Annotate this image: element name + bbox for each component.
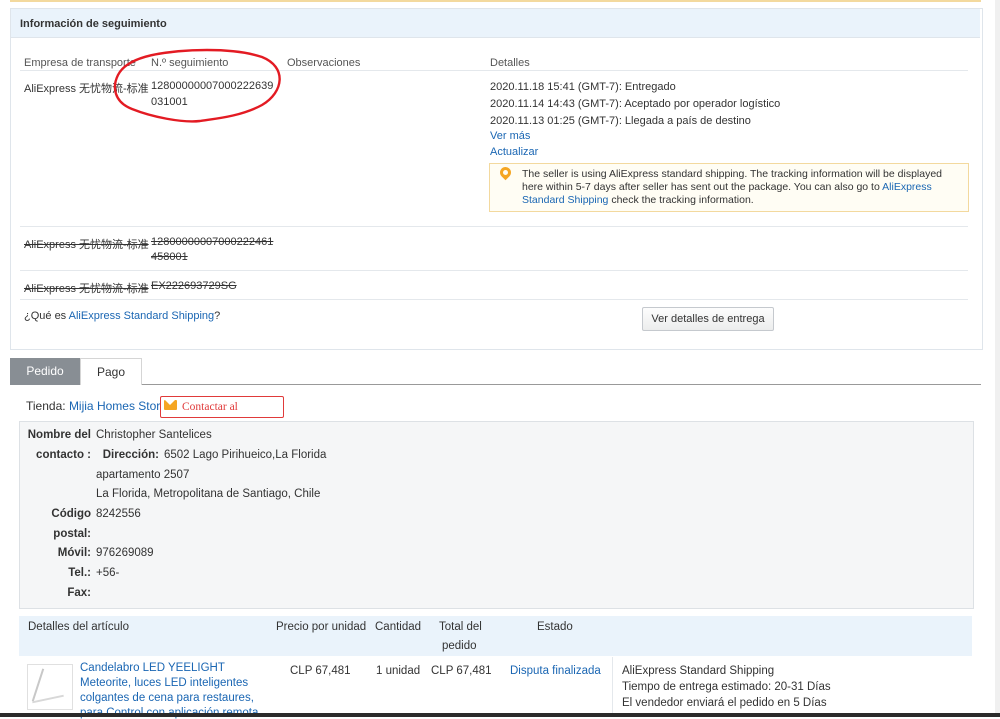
tip-text-part: The seller is using AliExpress standard … <box>522 168 943 193</box>
items-table-header <box>19 616 972 656</box>
col-total-cont: pedido <box>442 640 477 652</box>
product-title-cont[interactable]: colgantes de cena para restaures, <box>80 692 254 704</box>
refresh-link[interactable]: Actualizar <box>490 146 538 158</box>
zip-label-cont: postal: <box>53 528 91 540</box>
tracking-number: 12800000007000222461 <box>151 236 274 248</box>
divider <box>20 270 968 271</box>
tab-order[interactable]: Pedido <box>10 358 80 385</box>
address-line: La Florida, Metropolitana de Santiago, C… <box>96 488 321 500</box>
store-link[interactable]: Mijia Homes Store <box>69 399 167 413</box>
column-notes: Observaciones <box>287 57 361 69</box>
product-title[interactable]: Candelabro LED YEELIGHT <box>80 662 225 674</box>
question-text: ¿Qué es <box>24 310 69 322</box>
delivery-estimate: Tiempo de entrega estimado: 20-31 Días <box>622 681 831 693</box>
divider <box>612 657 613 713</box>
question-text: ? <box>214 310 221 322</box>
address-line: 6502 Lago Pirihueico,La Florida <box>164 449 327 461</box>
divider <box>20 299 968 300</box>
tip-text-part: check the tracking information. <box>608 194 754 206</box>
carrier-name: AliExpress 无忧物流-标准 <box>24 283 149 295</box>
tracking-event: 2020.11.14 14:43 (GMT-7): Aceptado por o… <box>490 98 781 110</box>
zip-code: 8242556 <box>96 508 141 520</box>
tracking-event: 2020.11.18 15:41 (GMT-7): Entregado <box>490 81 676 93</box>
delivery-details-button[interactable]: Ver detalles de entrega <box>642 307 774 331</box>
col-quantity: Cantidad <box>375 621 422 633</box>
tab-underline <box>10 384 981 385</box>
tel-label: Tel.: <box>68 567 91 579</box>
divider <box>20 226 968 227</box>
quantity: 1 unidad <box>376 665 421 677</box>
scrollbar-track[interactable] <box>995 0 1000 717</box>
shipping-method: AliExpress Standard Shipping <box>622 665 775 677</box>
store-line: Tienda: Mijia Homes Store <box>26 399 167 413</box>
col-total: Total del <box>439 621 482 633</box>
contact-name-label-cont: contacto : <box>36 449 91 461</box>
mobile-label: Móvil: <box>57 547 91 559</box>
shipping-question: ¿Qué es AliExpress Standard Shipping? <box>24 310 220 322</box>
address-line: apartamento 2507 <box>96 469 190 481</box>
what-is-shipping-link[interactable]: AliExpress Standard Shipping <box>69 310 215 322</box>
tracking-number-cont: 458001 <box>151 251 188 263</box>
ship-window: El vendedor enviará el pedido en 5 Días <box>622 697 827 709</box>
contact-name: Christopher Santelices <box>96 429 212 441</box>
address-label: Dirección: <box>102 449 159 461</box>
mobile-number: 976269089 <box>96 547 154 559</box>
zip-label: Código <box>51 508 91 520</box>
col-unit-price: Precio por unidad <box>276 621 367 633</box>
dispute-status-link[interactable]: Disputa finalizada <box>510 665 601 677</box>
carrier-name: AliExpress 无忧物流-标准 <box>24 239 149 251</box>
mail-icon <box>164 400 177 410</box>
product-thumbnail[interactable] <box>27 664 73 710</box>
unit-price: CLP 67,481 <box>290 665 351 677</box>
column-details: Detalles <box>490 57 530 69</box>
contact-seller-button[interactable]: Contactar al vendedor <box>160 396 284 433</box>
tel-number: +56- <box>96 567 120 579</box>
top-notice-strip <box>10 0 981 2</box>
annotation-circle <box>113 48 281 123</box>
fax-label: Fax: <box>67 587 91 599</box>
tracking-title: Información de seguimiento <box>20 18 167 30</box>
col-status: Estado <box>537 621 573 633</box>
tab-payment[interactable]: Pago <box>80 358 142 385</box>
shipping-tip-text: The seller is using AliExpress standard … <box>522 168 962 207</box>
col-item-details: Detalles del artículo <box>28 621 129 633</box>
tracking-event: 2020.11.13 01:25 (GMT-7): Llegada a país… <box>490 115 751 127</box>
address-box <box>19 421 974 609</box>
contact-name-label: Nombre del <box>27 429 91 441</box>
order-total: CLP 67,481 <box>431 665 492 677</box>
tracking-number: EX222693729SG <box>151 280 237 292</box>
product-title-cont[interactable]: Meteorite, luces LED inteligentes <box>80 677 248 689</box>
see-more-link[interactable]: Ver más <box>490 130 530 142</box>
bottom-edge-bar <box>0 713 1000 717</box>
store-label: Tienda: <box>26 399 66 413</box>
